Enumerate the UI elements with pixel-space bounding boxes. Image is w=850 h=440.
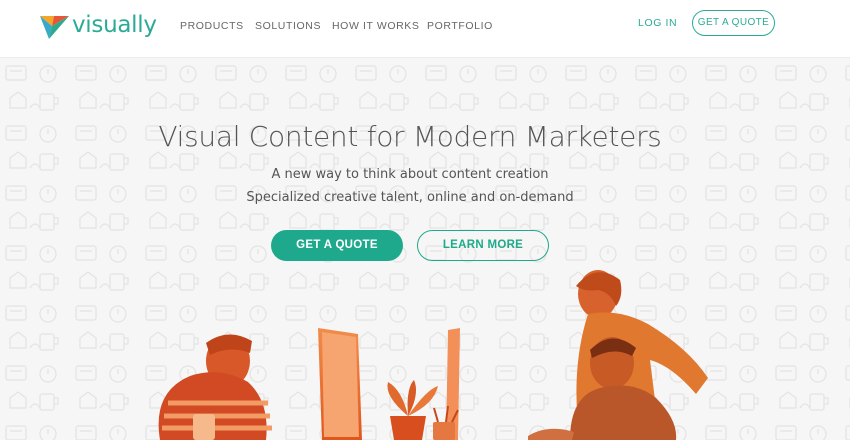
nav-solutions[interactable]: SOLUTIONS xyxy=(255,20,321,32)
nav-how-it-works[interactable]: HOW IT WORKS xyxy=(332,20,420,32)
nav-products[interactable]: PRODUCTS xyxy=(180,20,244,32)
logo-mark-icon xyxy=(40,16,69,39)
nav-portfolio[interactable]: PORTFOLIO xyxy=(427,20,493,32)
plant-illustration xyxy=(387,380,438,440)
brand-name: visually xyxy=(72,12,157,38)
header-get-quote-button[interactable]: GET A QUOTE xyxy=(692,10,775,36)
hero-photo xyxy=(158,270,708,440)
hero-section: Visual Content for Modern Marketers A ne… xyxy=(0,58,850,440)
logo[interactable]: visually xyxy=(40,12,157,44)
person-left-illustration xyxy=(158,334,272,440)
login-link[interactable]: LOG IN xyxy=(638,17,677,29)
site-header: visually PRODUCTS SOLUTIONS HOW IT WORKS… xyxy=(0,0,850,58)
